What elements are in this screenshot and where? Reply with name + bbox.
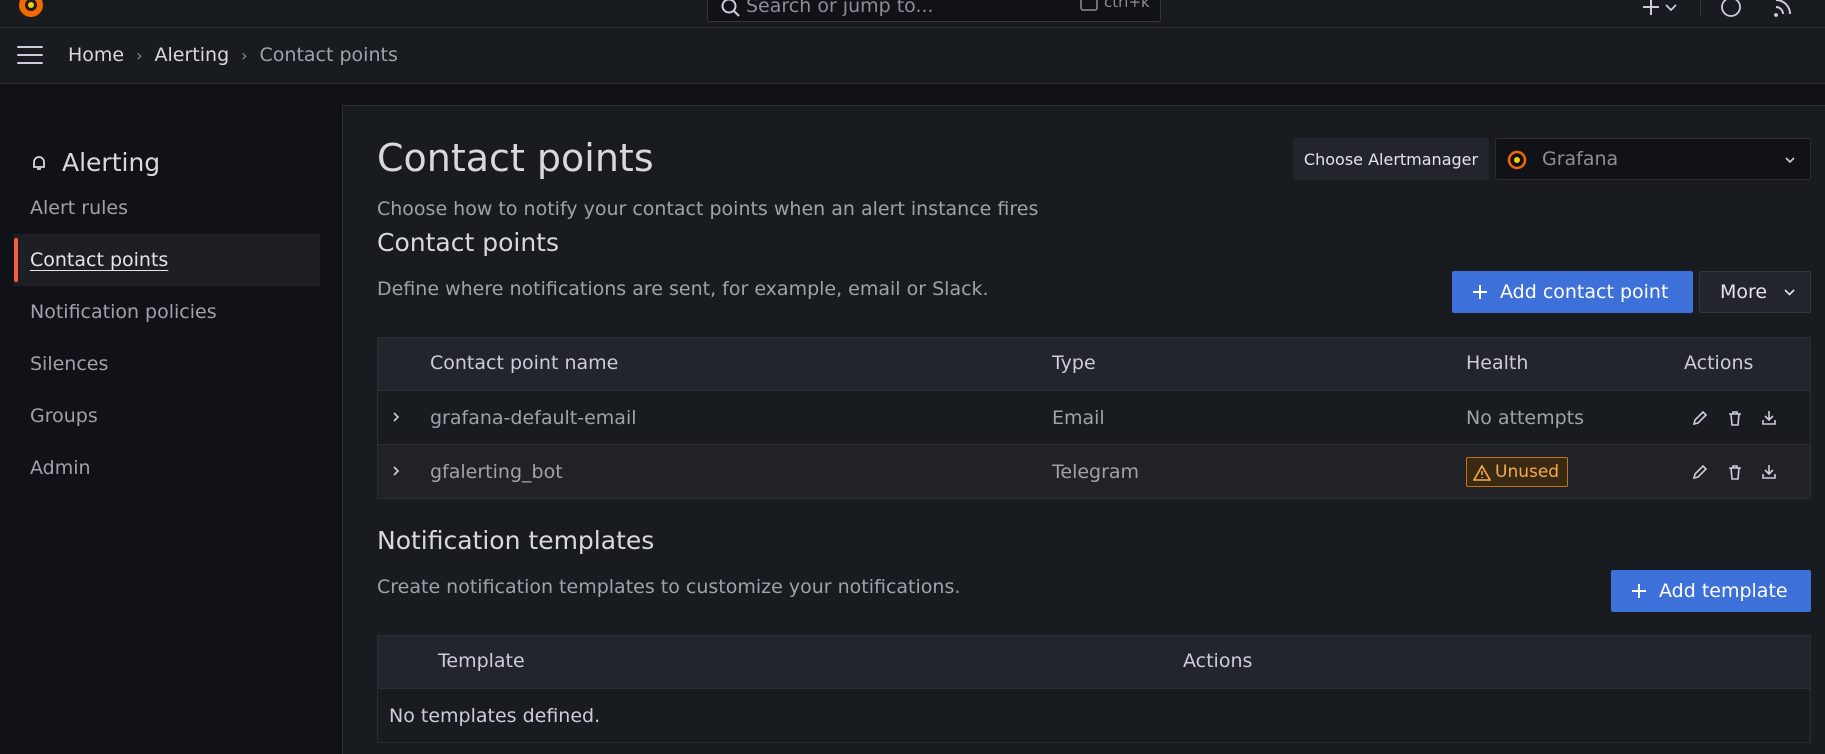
sidebar-item-silences[interactable]: Silences	[14, 338, 320, 390]
contact-point-type: Telegram	[1052, 461, 1140, 483]
contact-points-table: Contact point name Type Health Actions g…	[377, 337, 1811, 499]
alertmanager-select[interactable]: Grafana	[1495, 138, 1811, 180]
breadcrumb-current: Contact points	[259, 44, 398, 66]
column-header-template: Template	[438, 650, 525, 672]
plus-icon	[1473, 285, 1487, 299]
plus-icon[interactable]	[1640, 0, 1662, 18]
add-contact-point-button[interactable]: Add contact point	[1452, 271, 1693, 313]
sidebar-item-groups[interactable]: Groups	[14, 390, 320, 442]
chevron-down-icon	[1784, 289, 1795, 296]
more-label: More	[1720, 281, 1768, 303]
keyboard-icon	[1080, 0, 1098, 11]
contact-point-name: gfalerting_bot	[430, 461, 563, 483]
more-button[interactable]: More	[1699, 271, 1811, 313]
notification-templates-subtitle: Create notification templates to customi…	[377, 576, 961, 598]
table-header: Contact point name Type Health Actions	[378, 338, 1810, 390]
search-icon	[721, 0, 740, 17]
edit-icon[interactable]	[1691, 409, 1709, 427]
sidebar-item-alert-rules[interactable]: Alert rules	[14, 182, 320, 234]
column-header-health: Health	[1466, 352, 1529, 374]
plus-icon	[1632, 584, 1646, 598]
sidebar: Alerting Alert rules Contact points Noti…	[0, 84, 342, 754]
export-icon[interactable]	[1760, 463, 1778, 481]
grafana-logo-icon[interactable]	[16, 0, 46, 20]
breadcrumb-bar: Home › Alerting › Contact points	[0, 28, 1825, 84]
add-template-label: Add template	[1659, 580, 1788, 602]
trash-icon[interactable]	[1726, 463, 1744, 481]
edit-icon[interactable]	[1691, 463, 1709, 481]
sidebar-item-notification-policies[interactable]: Notification policies	[14, 286, 320, 338]
chevron-down-icon	[1785, 157, 1795, 164]
search-placeholder: Search or jump to...	[746, 0, 934, 17]
topbar-divider	[1700, 0, 1701, 16]
chevron-right-icon[interactable]	[390, 411, 402, 423]
news-feed-icon[interactable]	[1772, 0, 1794, 18]
sidebar-item-label: Contact points	[30, 249, 169, 271]
breadcrumb-separator-icon: ›	[136, 45, 143, 65]
contact-point-type: Email	[1052, 407, 1105, 429]
contact-point-health: No attempts	[1466, 407, 1585, 429]
status-badge-label: Unused	[1495, 462, 1560, 482]
bell-icon	[33, 155, 45, 170]
table-row: No templates defined.	[378, 688, 1810, 742]
page-subtitle: Choose how to notify your contact points…	[377, 198, 1039, 220]
empty-state-text: No templates defined.	[389, 705, 601, 727]
column-header-name: Contact point name	[430, 352, 619, 374]
chevron-right-icon[interactable]	[390, 465, 402, 477]
sidebar-item-admin[interactable]: Admin	[14, 442, 320, 494]
column-header-actions: Actions	[1684, 352, 1754, 374]
alertmanager-label: Choose Alertmanager	[1293, 138, 1489, 180]
contact-points-title: Contact points	[377, 228, 559, 257]
column-header-actions: Actions	[1183, 650, 1253, 672]
export-icon[interactable]	[1760, 409, 1778, 427]
trash-icon[interactable]	[1726, 409, 1744, 427]
alertmanager-value: Grafana	[1542, 148, 1619, 170]
menu-toggle-icon[interactable]	[17, 46, 43, 66]
add-template-button[interactable]: Add template	[1611, 570, 1811, 612]
breadcrumb-separator-icon: ›	[241, 45, 248, 65]
notification-templates-title: Notification templates	[377, 526, 655, 555]
breadcrumb-home[interactable]: Home	[68, 44, 124, 66]
sidebar-item-label: Groups	[30, 405, 98, 427]
table-row: gfalerting_bot Telegram Unused	[378, 444, 1810, 498]
status-badge: Unused	[1466, 457, 1569, 487]
sidebar-title: Alerting	[30, 148, 160, 177]
templates-table: Template Actions No templates defined.	[377, 635, 1811, 743]
sidebar-item-label: Silences	[30, 353, 109, 375]
main-panel: Contact points Choose how to notify your…	[342, 105, 1825, 754]
table-header: Template Actions	[378, 636, 1810, 688]
table-row: grafana-default-email Email No attempts	[378, 390, 1810, 444]
column-header-type: Type	[1052, 352, 1096, 374]
contact-points-subtitle: Define where notifications are sent, for…	[377, 278, 989, 300]
breadcrumb: Home › Alerting › Contact points	[68, 44, 398, 66]
warning-icon	[1473, 464, 1491, 481]
chevron-down-icon[interactable]	[1664, 0, 1678, 18]
search-box[interactable]: Search or jump to... ctrl+k	[707, 0, 1161, 22]
sidebar-item-label: Alert rules	[30, 197, 128, 219]
contact-point-name: grafana-default-email	[430, 407, 637, 429]
breadcrumb-alerting[interactable]: Alerting	[155, 44, 230, 66]
search-shortcut: ctrl+k	[1104, 0, 1150, 11]
sidebar-item-label: Notification policies	[30, 301, 217, 323]
sidebar-item-label: Admin	[30, 457, 91, 479]
top-bar: Search or jump to... ctrl+k	[0, 0, 1825, 28]
help-icon[interactable]	[1720, 0, 1742, 18]
page-title: Contact points	[377, 136, 654, 180]
grafana-icon	[1507, 150, 1527, 170]
sidebar-item-contact-points[interactable]: Contact points	[14, 234, 320, 286]
add-contact-point-label: Add contact point	[1500, 281, 1669, 303]
sidebar-title-text: Alerting	[62, 148, 161, 177]
